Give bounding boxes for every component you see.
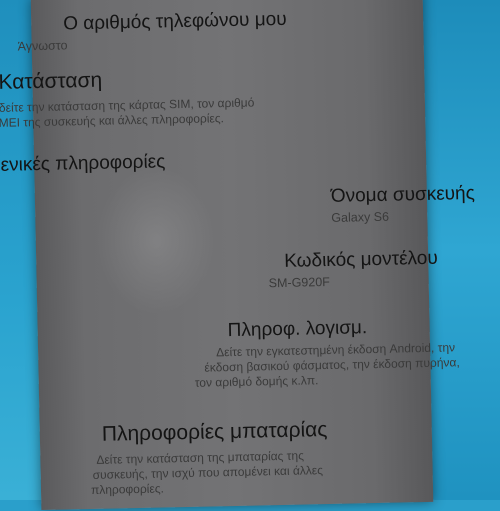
phone-screen: Ο αριθμός τηλεφώνου μου Άγνωστο Κατάστασ… bbox=[0, 0, 475, 511]
status-description-line2: IMEI της συσκευής και άλλες πληροφορίες. bbox=[0, 111, 225, 130]
status-item[interactable]: Κατάσταση δείτε την κατάσταση της κάρτας… bbox=[0, 62, 425, 130]
status-title: Κατάσταση bbox=[0, 68, 103, 94]
model-number-item[interactable]: Κωδικός μοντέλου SM-G920F bbox=[36, 240, 438, 294]
device-name-item[interactable]: Όνομα συσκευής Galaxy S6 bbox=[35, 176, 475, 230]
model-number-title: Κωδικός μοντέλου bbox=[284, 247, 438, 272]
battery-info-title: Πληροφορίες μπαταρίας bbox=[101, 418, 328, 446]
general-info-header: Γενικές πληροφορίες bbox=[0, 151, 166, 177]
my-phone-number-title: Ο αριθμός τηλεφώνου μου bbox=[63, 8, 287, 35]
my-phone-number-item[interactable]: Ο αριθμός τηλεφώνου μου Άγνωστο bbox=[18, 0, 424, 54]
software-info-title: Πληροφ. λογισμ. bbox=[227, 317, 368, 342]
battery-info-description-line3: πληροφορίες. bbox=[90, 481, 165, 498]
software-info-description-line3: τον αριθμό δομής κ.λπ. bbox=[194, 373, 319, 390]
battery-info-item[interactable]: Πληροφορίες μπαταρίας Δείτε την κατάστασ… bbox=[39, 408, 433, 500]
software-info-item[interactable]: Πληροφ. λογισμ. Δείτε την εγκατεστημένη … bbox=[37, 310, 460, 392]
my-phone-number-value: Άγνωστο bbox=[17, 38, 68, 54]
model-number-value: SM-G920F bbox=[268, 274, 330, 291]
device-name-value: Galaxy S6 bbox=[331, 209, 390, 225]
device-name-title: Όνομα συσκευής bbox=[330, 182, 476, 207]
